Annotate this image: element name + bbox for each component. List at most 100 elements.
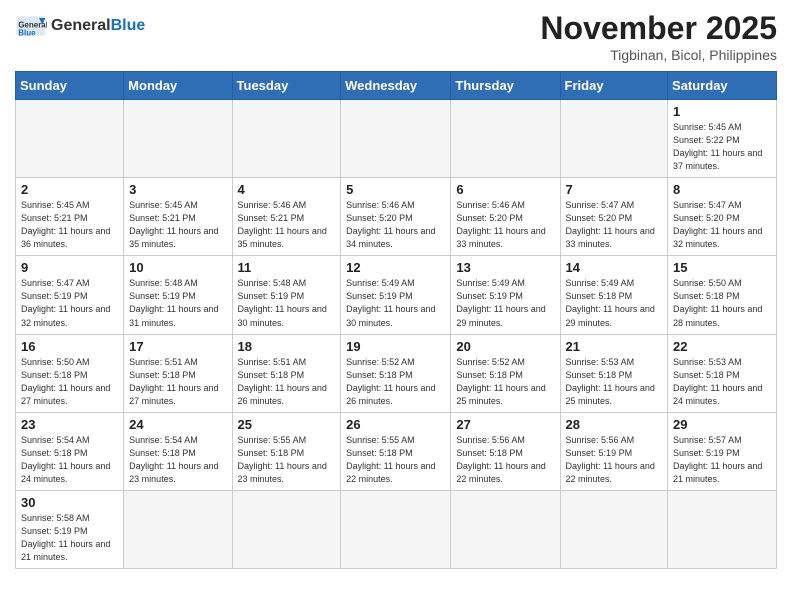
sunset-text: Sunset: 5:20 PM — [346, 213, 413, 223]
calendar-day-5: 5Sunrise: 5:46 AMSunset: 5:20 PMDaylight… — [341, 178, 451, 256]
day-info: Sunrise: 5:49 AMSunset: 5:19 PMDaylight:… — [456, 277, 554, 329]
sunrise-text: Sunrise: 5:50 AM — [673, 278, 742, 288]
location: Tigbinan, Bicol, Philippines — [540, 47, 777, 63]
daylight-text: Daylight: 11 hours and 25 minutes. — [456, 383, 545, 406]
calendar-day-10: 10Sunrise: 5:48 AMSunset: 5:19 PMDayligh… — [124, 256, 232, 334]
calendar-day-empty — [341, 490, 451, 568]
day-number: 20 — [456, 339, 554, 354]
sunset-text: Sunset: 5:19 PM — [21, 291, 88, 301]
day-number: 13 — [456, 260, 554, 275]
day-info: Sunrise: 5:53 AMSunset: 5:18 PMDaylight:… — [673, 356, 771, 408]
day-number: 1 — [673, 104, 771, 119]
calendar-day-empty — [232, 490, 341, 568]
calendar-day-20: 20 Sunrise: 5:52 AMSunset: 5:18 PMDayligh… — [451, 334, 560, 412]
daylight-text: Daylight: 11 hours and 35 minutes. — [238, 226, 327, 249]
sunrise-text: Sunrise: 5:52 AM — [346, 357, 415, 367]
sunrise-text: Sunrise: 5:46 AM — [238, 200, 307, 210]
day-number: 26 — [346, 417, 445, 432]
sunset-text: Sunset: 5:20 PM — [673, 213, 740, 223]
day-number: 22 — [673, 339, 771, 354]
sunset-text: Sunset: 5:18 PM — [21, 448, 88, 458]
calendar-day-empty — [560, 100, 668, 178]
day-number: 29 — [673, 417, 771, 432]
sunset-text: Sunset: 5:20 PM — [456, 213, 523, 223]
day-info: Sunrise: 5:51 AMSunset: 5:18 PMDaylight:… — [129, 356, 226, 408]
sunrise-text: Sunrise: 5:51 AM — [129, 357, 198, 367]
sunset-text: Sunset: 5:18 PM — [21, 370, 88, 380]
sunrise-text: Sunrise: 5:47 AM — [566, 200, 635, 210]
day-info: Sunrise: 5:45 AMSunset: 5:21 PMDaylight:… — [21, 199, 118, 251]
day-number: 6 — [456, 182, 554, 197]
calendar-day-17: 17 Sunrise: 5:51 AMSunset: 5:18 PMDayligh… — [124, 334, 232, 412]
day-info: Sunrise: 5:56 AMSunset: 5:18 PMDaylight:… — [456, 434, 554, 486]
sunrise-text: Sunrise: 5:55 AM — [346, 435, 415, 445]
month-title: November 2025 — [540, 10, 777, 47]
daylight-text: Daylight: 11 hours and 25 minutes. — [566, 383, 655, 406]
sunset-text: Sunset: 5:18 PM — [238, 370, 305, 380]
day-number: 9 — [21, 260, 118, 275]
day-info: Sunrise: 5:52 AMSunset: 5:18 PMDaylight:… — [456, 356, 554, 408]
day-number: 17 — [129, 339, 226, 354]
day-info: Sunrise: 5:56 AMSunset: 5:19 PMDaylight:… — [566, 434, 663, 486]
sunset-text: Sunset: 5:19 PM — [129, 291, 196, 301]
sunset-text: Sunset: 5:19 PM — [673, 448, 740, 458]
sunrise-text: Sunrise: 5:49 AM — [456, 278, 525, 288]
header-tuesday: Tuesday — [232, 72, 341, 100]
calendar-day-6: 6 Sunrise: 5:46 AMSunset: 5:20 PMDaylight… — [451, 178, 560, 256]
daylight-text: Daylight: 11 hours and 23 minutes. — [129, 461, 218, 484]
day-info: Sunrise: 5:50 AMSunset: 5:18 PMDaylight:… — [21, 356, 118, 408]
sunset-text: Sunset: 5:18 PM — [238, 448, 305, 458]
day-number: 19 — [346, 339, 445, 354]
sunset-text: Sunset: 5:18 PM — [456, 370, 523, 380]
sunset-text: Sunset: 5:18 PM — [346, 448, 413, 458]
calendar-week-4: 23Sunrise: 5:54 AMSunset: 5:18 PMDayligh… — [16, 412, 777, 490]
day-number: 3 — [129, 182, 226, 197]
sunset-text: Sunset: 5:19 PM — [21, 526, 88, 536]
calendar-day-1: 1 Sunrise: 5:45 AMSunset: 5:22 PMDaylight… — [668, 100, 777, 178]
daylight-text: Daylight: 11 hours and 27 minutes. — [21, 383, 110, 406]
day-info: Sunrise: 5:51 AMSunset: 5:18 PMDaylight:… — [238, 356, 336, 408]
header-friday: Friday — [560, 72, 668, 100]
calendar-day-empty — [232, 100, 341, 178]
header: General Blue GeneralBlue November 2025 T… — [15, 10, 777, 63]
calendar-day-3: 3Sunrise: 5:45 AMSunset: 5:21 PMDaylight… — [124, 178, 232, 256]
logo: General Blue GeneralBlue — [15, 10, 145, 42]
sunrise-text: Sunrise: 5:54 AM — [21, 435, 90, 445]
sunrise-text: Sunrise: 5:45 AM — [673, 122, 742, 132]
day-info: Sunrise: 5:48 AMSunset: 5:19 PMDaylight:… — [238, 277, 336, 329]
calendar-day-28: 28Sunrise: 5:56 AMSunset: 5:19 PMDayligh… — [560, 412, 668, 490]
calendar-day-empty — [451, 490, 560, 568]
day-info: Sunrise: 5:46 AMSunset: 5:20 PMDaylight:… — [456, 199, 554, 251]
calendar-day-26: 26Sunrise: 5:55 AMSunset: 5:18 PMDayligh… — [341, 412, 451, 490]
sunrise-text: Sunrise: 5:53 AM — [673, 357, 742, 367]
day-number: 27 — [456, 417, 554, 432]
day-info: Sunrise: 5:47 AMSunset: 5:20 PMDaylight:… — [566, 199, 663, 251]
title-block: November 2025 Tigbinan, Bicol, Philippin… — [540, 10, 777, 63]
day-info: Sunrise: 5:46 AMSunset: 5:20 PMDaylight:… — [346, 199, 445, 251]
sunset-text: Sunset: 5:18 PM — [346, 370, 413, 380]
sunrise-text: Sunrise: 5:58 AM — [21, 513, 90, 523]
day-info: Sunrise: 5:54 AMSunset: 5:18 PMDaylight:… — [129, 434, 226, 486]
day-number: 16 — [21, 339, 118, 354]
calendar-day-15: 15Sunrise: 5:50 AMSunset: 5:18 PMDayligh… — [668, 256, 777, 334]
daylight-text: Daylight: 11 hours and 30 minutes. — [346, 304, 435, 327]
calendar-table: SundayMondayTuesdayWednesdayThursdayFrid… — [15, 71, 777, 569]
calendar-day-29: 29Sunrise: 5:57 AMSunset: 5:19 PMDayligh… — [668, 412, 777, 490]
header-sunday: Sunday — [16, 72, 124, 100]
day-number: 30 — [21, 495, 118, 510]
calendar-day-9: 9Sunrise: 5:47 AMSunset: 5:19 PMDaylight… — [16, 256, 124, 334]
sunrise-text: Sunrise: 5:54 AM — [129, 435, 198, 445]
day-info: Sunrise: 5:49 AMSunset: 5:18 PMDaylight:… — [566, 277, 663, 329]
day-info: Sunrise: 5:53 AMSunset: 5:18 PMDaylight:… — [566, 356, 663, 408]
sunrise-text: Sunrise: 5:56 AM — [566, 435, 635, 445]
daylight-text: Daylight: 11 hours and 23 minutes. — [238, 461, 327, 484]
calendar-day-11: 11Sunrise: 5:48 AMSunset: 5:19 PMDayligh… — [232, 256, 341, 334]
day-info: Sunrise: 5:45 AMSunset: 5:22 PMDaylight:… — [673, 121, 771, 173]
sunrise-text: Sunrise: 5:48 AM — [238, 278, 307, 288]
daylight-text: Daylight: 11 hours and 26 minutes. — [346, 383, 435, 406]
day-number: 15 — [673, 260, 771, 275]
daylight-text: Daylight: 11 hours and 27 minutes. — [129, 383, 218, 406]
calendar-week-5: 30Sunrise: 5:58 AMSunset: 5:19 PMDayligh… — [16, 490, 777, 568]
sunset-text: Sunset: 5:19 PM — [346, 291, 413, 301]
calendar-day-19: 19 Sunrise: 5:52 AM Sunset: 5:18 PM Dayligh… — [341, 334, 451, 412]
